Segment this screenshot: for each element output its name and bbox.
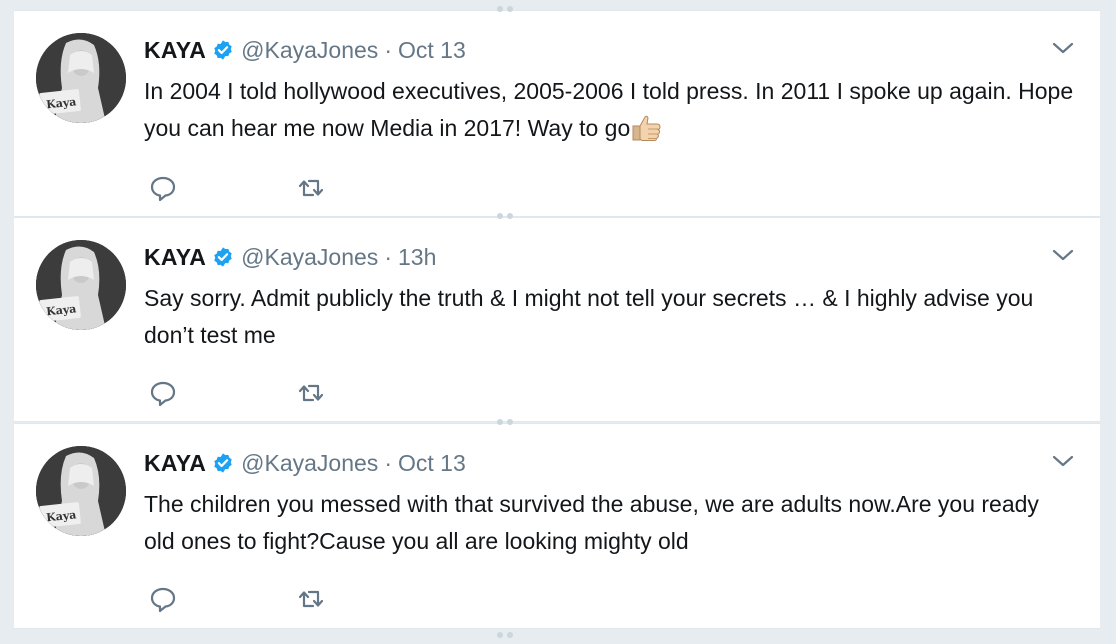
tweet-actions [148, 584, 326, 614]
timestamp-link[interactable]: 13h [398, 244, 436, 271]
reply-icon[interactable] [148, 378, 178, 408]
thumbs-up-emoji-icon [630, 114, 662, 142]
verified-badge-icon [212, 246, 234, 268]
separator: · [384, 36, 392, 63]
verified-badge-icon [212, 39, 234, 61]
tweet-text-content: In 2004 I told hollywood executives, 200… [144, 78, 1074, 141]
avatar[interactable]: Kaya [36, 446, 126, 536]
reply-icon[interactable] [148, 173, 178, 203]
avatar[interactable]: Kaya [36, 240, 126, 330]
tweet-card[interactable]: Kaya KAYA @KayaJones · 13h Say sorry. Ad… [14, 213, 1100, 422]
tweet-header: KAYA @KayaJones · 13h [144, 242, 436, 272]
verified-badge-icon [212, 452, 234, 474]
tweet-text: In 2004 I told hollywood executives, 200… [144, 73, 1074, 147]
tweet-actions [148, 173, 326, 203]
retweet-icon[interactable] [296, 584, 326, 614]
separator: · [384, 449, 392, 476]
reply-icon[interactable] [148, 584, 178, 614]
tweet-text-content: The children you messed with that surviv… [144, 491, 1039, 554]
conversation-connector-icon [494, 418, 516, 426]
chevron-down-icon[interactable] [1052, 454, 1074, 468]
tweet-header: KAYA @KayaJones · Oct 13 [144, 448, 466, 478]
tweet-text: The children you messed with that surviv… [144, 486, 1074, 560]
display-name[interactable]: KAYA [144, 450, 206, 477]
conversation-connector-icon [494, 212, 516, 220]
retweet-icon[interactable] [296, 378, 326, 408]
tweet-text-content: Say sorry. Admit publicly the truth & I … [144, 285, 1034, 348]
retweet-icon[interactable] [296, 173, 326, 203]
tweet-card[interactable]: Kaya KAYA @KayaJones · Oct 13 In 2004 I … [14, 6, 1100, 217]
username[interactable]: @KayaJones [241, 244, 378, 271]
separator: · [384, 243, 392, 270]
timeline: Kaya KAYA @KayaJones · Oct 13 In 2004 I … [14, 0, 1100, 638]
conversation-connector-icon [494, 626, 516, 638]
tweet-actions [148, 378, 326, 408]
tweet-card[interactable]: Kaya KAYA @KayaJones · Oct 13 The childr… [14, 419, 1100, 629]
username[interactable]: @KayaJones [241, 37, 378, 64]
tweet-text: Say sorry. Admit publicly the truth & I … [144, 280, 1074, 354]
timestamp-link[interactable]: Oct 13 [398, 37, 466, 64]
conversation-connector-icon [494, 5, 516, 13]
timestamp-link[interactable]: Oct 13 [398, 450, 466, 477]
avatar[interactable]: Kaya [36, 33, 126, 123]
display-name[interactable]: KAYA [144, 37, 206, 64]
display-name[interactable]: KAYA [144, 244, 206, 271]
chevron-down-icon[interactable] [1052, 248, 1074, 262]
chevron-down-icon[interactable] [1052, 41, 1074, 55]
username[interactable]: @KayaJones [241, 450, 378, 477]
tweet-header: KAYA @KayaJones · Oct 13 [144, 35, 466, 65]
